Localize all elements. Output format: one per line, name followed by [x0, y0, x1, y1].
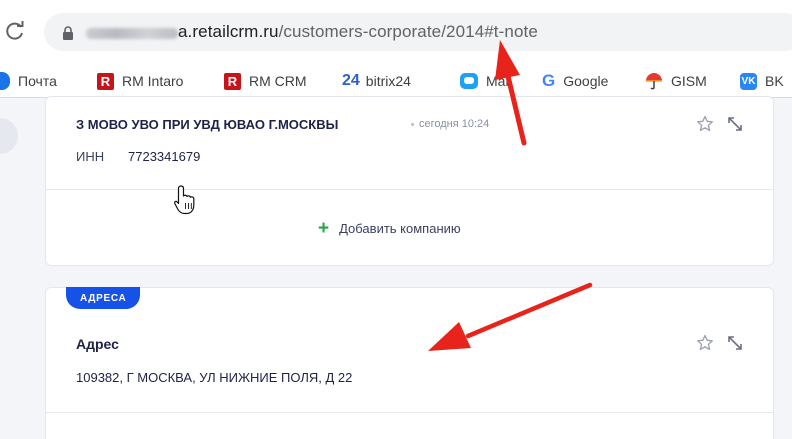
bookmark-label: BK: [765, 73, 784, 89]
bookmarks-bar: Почта R RM Intaro R RM CRM 24 bitrix24 M…: [0, 62, 792, 98]
add-company-label: Добавить компанию: [339, 221, 461, 236]
address-card: АДРЕСА Адрес 109382, Г МОСКВА, УЛ НИЖНИЕ…: [45, 287, 774, 439]
bookmark-vk[interactable]: VK BK: [740, 71, 784, 91]
bitrix24-icon: 24: [342, 72, 360, 89]
bookmark-label: RM CRM: [249, 73, 307, 89]
gism-icon: [645, 72, 663, 90]
bookmark-mail[interactable]: Mail: [460, 71, 512, 91]
bookmark-pochta[interactable]: Почта: [0, 71, 57, 91]
bookmark-rm-crm[interactable]: R RM CRM: [224, 71, 307, 91]
plus-icon: +: [318, 218, 330, 239]
address-title: Адрес: [76, 336, 119, 352]
lock-icon[interactable]: [62, 26, 74, 40]
bookmark-label: Mail: [486, 73, 512, 89]
google-icon: G: [542, 71, 556, 90]
vk-icon: VK: [740, 72, 757, 90]
addresses-section-tag: АДРЕСА: [66, 287, 141, 309]
blue-icon: [0, 72, 10, 90]
bookmark-label: Почта: [18, 73, 57, 89]
bookmark-google[interactable]: G Google: [542, 71, 608, 91]
side-avatar-edge: [0, 118, 18, 154]
inn-value: 7723341679: [128, 149, 201, 164]
bookmark-label: GISM: [671, 73, 707, 89]
r-icon: R: [97, 72, 114, 90]
reload-icon[interactable]: [4, 20, 26, 42]
star-icon[interactable]: [696, 115, 714, 133]
company-timestamp: сегодня 10:24: [411, 118, 489, 130]
browser-toolbar: a.retailcrm.ru/customers-corporate/2014#…: [0, 0, 792, 62]
r-icon: R: [224, 72, 241, 90]
company-card: З МОВО УВО ПРИ УВД ЮВАО Г.МОСКВЫ сегодня…: [45, 96, 774, 266]
company-name[interactable]: З МОВО УВО ПРИ УВД ЮВАО Г.МОСКВЫ: [76, 117, 338, 132]
inn-label: ИНН: [76, 149, 105, 164]
blurred-subdomain: [86, 28, 178, 39]
url-host: a.retailcrm.ru: [178, 22, 279, 41]
url-text[interactable]: a.retailcrm.ru/customers-corporate/2014#…: [178, 22, 538, 42]
bookmark-label: Google: [563, 73, 609, 89]
timestamp-text: сегодня 10:24: [419, 118, 490, 130]
card-divider: [46, 189, 773, 190]
add-company-button[interactable]: + Добавить компанию: [318, 219, 461, 238]
star-icon[interactable]: [696, 334, 714, 352]
mail-icon: [460, 73, 478, 89]
bookmark-label: bitrix24: [365, 73, 411, 89]
bookmark-gism[interactable]: GISM: [645, 71, 707, 91]
bookmark-rm-intaro[interactable]: R RM Intaro: [97, 71, 183, 91]
url-path: /customers-corporate/2014#t-note: [278, 22, 538, 41]
address-value: 109382, Г МОСКВА, УЛ НИЖНИЕ ПОЛЯ, Д 22: [76, 370, 353, 385]
unlink-icon[interactable]: [726, 115, 744, 133]
bookmark-label: RM Intaro: [122, 73, 184, 89]
card-divider: [46, 412, 773, 413]
unlink-icon[interactable]: [726, 334, 744, 352]
separator-dot: [411, 122, 414, 126]
bookmark-bitrix24[interactable]: 24 bitrix24: [342, 71, 411, 91]
